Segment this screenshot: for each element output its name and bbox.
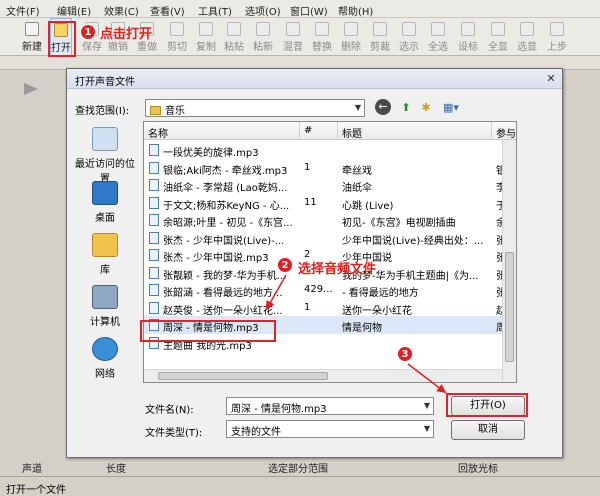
step3-arrow <box>407 363 447 394</box>
step2-arrow <box>265 274 287 311</box>
callout-arrows <box>265 274 447 394</box>
